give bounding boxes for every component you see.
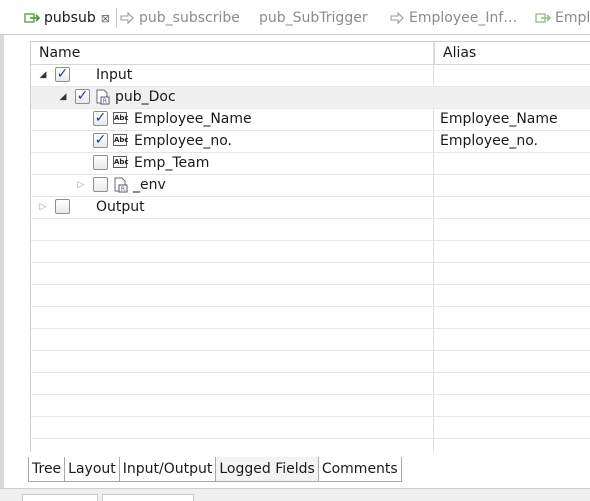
empty-row xyxy=(31,241,590,263)
empty-row xyxy=(31,329,590,351)
expand-triangle-icon[interactable]: ▷ xyxy=(75,175,87,196)
publish-subscribe-icon xyxy=(535,13,551,23)
row-name: Input xyxy=(96,67,133,83)
tab-logged-fields[interactable]: Logged Fields xyxy=(215,457,319,482)
output-checkbox[interactable] xyxy=(55,199,70,214)
tab-pub-subscribe[interactable]: pub_subscribe xyxy=(119,4,240,32)
svg-text:R: R xyxy=(103,98,107,105)
row-name: pub_Doc xyxy=(115,89,176,105)
row-alias[interactable]: Employee_Name xyxy=(440,109,558,130)
input-output-tree-table: Name Alias ◢ ✓ Input ◢ ✓ R pub_Doc ✓ Abc… xyxy=(30,41,590,452)
empty-row xyxy=(31,219,590,241)
string-type-icon: Abc xyxy=(113,134,129,146)
tab-pubsub[interactable]: pubsub ⊠ xyxy=(24,4,110,32)
tab-employee-info[interactable]: Employee_Inf… xyxy=(389,4,517,32)
tree-row-pub-doc[interactable]: ◢ ✓ R pub_Doc xyxy=(31,87,590,109)
column-header-name[interactable]: Name xyxy=(31,42,433,64)
tab-employee-overflow[interactable]: Emplo xyxy=(535,4,590,32)
empty-row xyxy=(31,417,590,439)
tree-row-output[interactable]: ▷ Output xyxy=(31,197,590,219)
empty-row xyxy=(31,285,590,307)
table-header: Name Alias xyxy=(31,42,590,65)
arrow-right-icon xyxy=(120,11,134,25)
tab-label: Emplo xyxy=(555,10,590,26)
row-name: _env xyxy=(133,177,166,193)
row-name: Employee_Name xyxy=(134,111,252,127)
row-name: Employee_no. xyxy=(134,133,232,149)
row-name: Emp_Team xyxy=(134,155,210,171)
tab-separator xyxy=(116,8,117,28)
tree-row-emp-team[interactable]: Abc Emp_Team xyxy=(31,153,590,175)
arrow-right-icon xyxy=(390,11,404,25)
tab-label: pub_SubTrigger xyxy=(259,10,368,26)
empty-row xyxy=(31,307,590,329)
publish-subscribe-icon xyxy=(24,13,40,23)
tab-pub-subtrigger[interactable]: pub_SubTrigger xyxy=(259,4,368,32)
document-reference-icon: R xyxy=(114,177,128,193)
input-checkbox[interactable]: ✓ xyxy=(55,67,70,82)
tree-row-employee-name[interactable]: ✓ Abc Employee_Name Employee_Name xyxy=(31,109,590,131)
editor-tab-bar: pubsub ⊠ pub_subscribe pub_SubTrigger Em… xyxy=(0,0,590,35)
empty-row xyxy=(31,351,590,373)
string-type-icon: Abc xyxy=(113,112,129,124)
collapse-triangle-icon[interactable]: ◢ xyxy=(37,65,49,86)
empty-row xyxy=(31,373,590,395)
tab-tree[interactable]: Tree xyxy=(28,457,66,482)
tree-row-input[interactable]: ◢ ✓ Input xyxy=(31,65,590,87)
collapse-triangle-icon[interactable]: ◢ xyxy=(57,87,69,108)
env-checkbox[interactable] xyxy=(93,177,108,192)
tab-layout[interactable]: Layout xyxy=(64,457,120,482)
bottom-tab-bar: Tree Layout Input/Output Logged Fields C… xyxy=(28,457,402,482)
employee-no-checkbox[interactable]: ✓ xyxy=(93,133,108,148)
column-header-alias[interactable]: Alias xyxy=(434,42,590,64)
close-icon[interactable]: ⊠ xyxy=(101,12,110,25)
empty-row xyxy=(31,395,590,417)
document-reference-icon: R xyxy=(96,89,110,105)
emp-team-checkbox[interactable] xyxy=(93,155,108,170)
tab-label: pubsub xyxy=(44,10,96,26)
expand-triangle-icon[interactable]: ▷ xyxy=(37,197,49,218)
tree-row-employee-no[interactable]: ✓ Abc Employee_no. Employee_no. xyxy=(31,131,590,153)
window-edge xyxy=(0,0,4,500)
pub-doc-checkbox[interactable]: ✓ xyxy=(75,89,90,104)
tab-input-output[interactable]: Input/Output xyxy=(118,457,217,482)
row-alias[interactable]: Employee_no. xyxy=(440,131,538,152)
empty-row xyxy=(31,263,590,285)
string-type-icon: Abc xyxy=(113,156,129,168)
tree-row-env[interactable]: ▷ R _env xyxy=(31,175,590,197)
tab-comments[interactable]: Comments xyxy=(317,457,402,482)
svg-text:R: R xyxy=(121,186,125,193)
tab-label: Employee_Inf… xyxy=(409,10,518,26)
tab-label: pub_subscribe xyxy=(139,10,240,26)
employee-name-checkbox[interactable]: ✓ xyxy=(93,111,108,126)
row-name: Output xyxy=(96,199,145,215)
